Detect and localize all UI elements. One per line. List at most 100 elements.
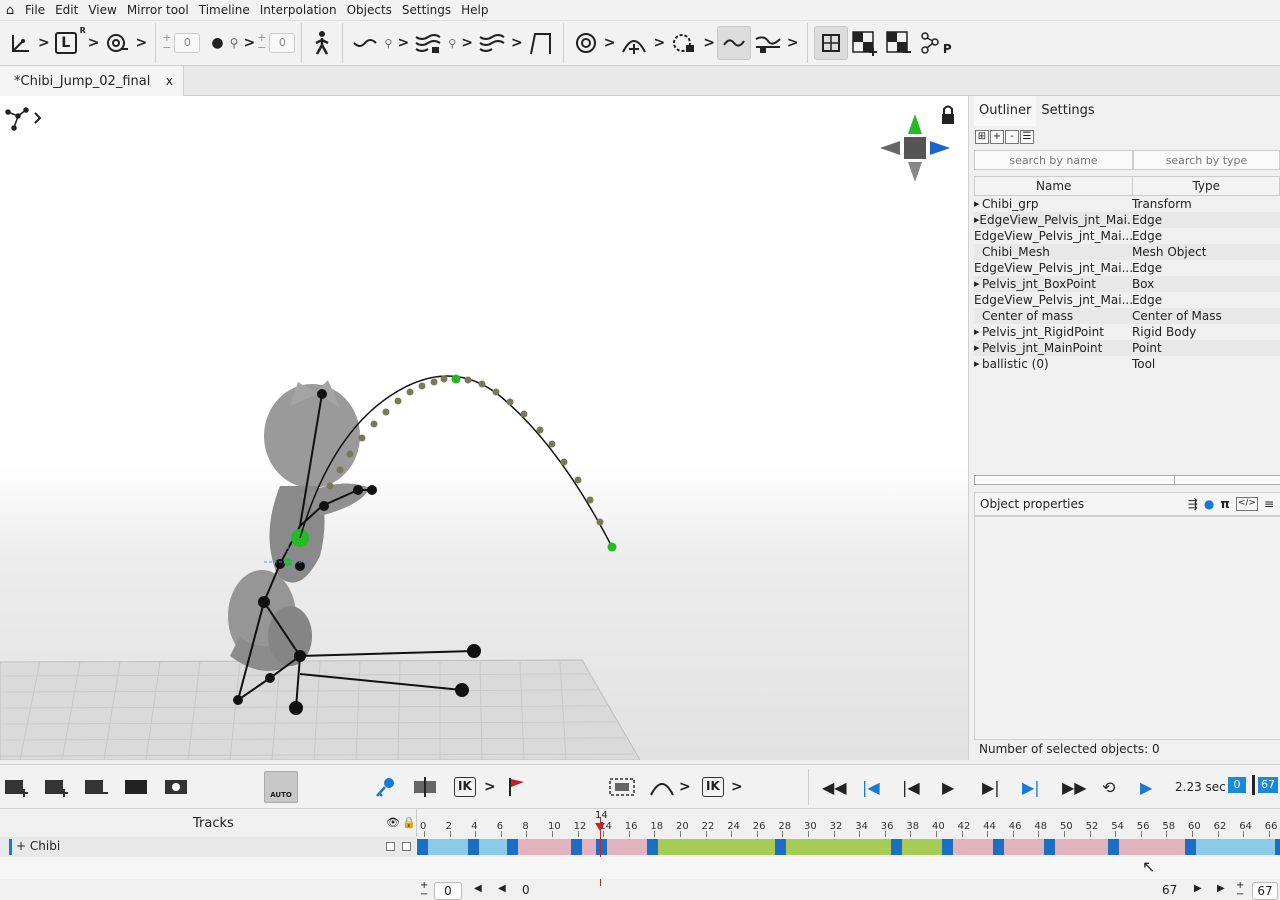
track-segment[interactable] <box>512 839 577 855</box>
skeleton-select-icon[interactable] <box>5 107 42 131</box>
checker-remove-icon[interactable] <box>882 26 916 60</box>
chevron-right-icon[interactable]: > <box>484 775 496 799</box>
track-segment[interactable] <box>999 839 1051 855</box>
dot-icon[interactable]: ● <box>208 26 226 60</box>
expand-arrow-icon[interactable]: ▶ <box>974 324 982 340</box>
column-name-header[interactable]: Name <box>975 177 1134 195</box>
chevron-right-icon[interactable]: > <box>703 35 715 51</box>
code-icon[interactable]: </> <box>1235 497 1258 511</box>
curve-tool-icon[interactable] <box>349 26 381 60</box>
minus-icon[interactable]: − <box>420 890 428 900</box>
keyframe[interactable] <box>1185 839 1196 855</box>
menu-view[interactable]: View <box>83 0 121 20</box>
outliner-row[interactable]: ▶ Pelvis_jnt_RigidPoint Rigid Body <box>974 324 1280 340</box>
smooth-curve-icon[interactable] <box>716 26 751 60</box>
curves-lock-icon[interactable] <box>411 26 445 60</box>
chevron-right-icon[interactable]: ▶ <box>1194 883 1202 894</box>
keyframe[interactable] <box>506 839 518 855</box>
lock-icon[interactable]: 🔒 <box>402 816 416 829</box>
list-view-icon[interactable]: ☰ <box>1020 130 1034 144</box>
play-key-icon[interactable]: ▶ <box>1140 775 1152 799</box>
scale-spinner[interactable]: + − 0 <box>257 32 296 53</box>
outliner-row[interactable]: ▶ Chibi_grp Transform <box>974 196 1280 212</box>
keyframe[interactable] <box>775 839 787 855</box>
outliner-row[interactable]: ▶ EdgeView_Pelvis_jnt_Mai... Edge <box>974 212 1280 228</box>
previous-frame-icon[interactable]: |◀ <box>902 775 920 799</box>
outliner-scrollbar[interactable] <box>974 475 1280 485</box>
track-lock-checkbox[interactable] <box>402 842 411 851</box>
expand-arrow-icon[interactable]: ▶ <box>974 356 982 372</box>
track-remove-icon[interactable] <box>84 775 110 799</box>
chevron-right-icon[interactable]: > <box>604 35 616 51</box>
auto-key-button[interactable]: AUTO <box>264 771 298 803</box>
track-row[interactable]: + Chibi <box>0 837 416 857</box>
go-to-start-key-icon[interactable]: |◀ <box>862 775 880 799</box>
menu-file[interactable]: File <box>20 0 50 20</box>
minus-icon[interactable]: − <box>162 42 171 53</box>
collapse-all-icon[interactable]: - <box>1005 130 1019 144</box>
document-tab[interactable]: *Chibi_Jump_02_final x <box>0 66 184 96</box>
visibility-icon[interactable]: 👁 <box>386 816 400 829</box>
track-segment[interactable] <box>781 839 897 855</box>
flag-icon[interactable] <box>506 775 528 799</box>
chevron-right-icon[interactable]: ▶ <box>1217 883 1225 894</box>
character-mesh[interactable] <box>228 380 370 671</box>
track-segment[interactable] <box>602 839 654 855</box>
track-segment[interactable] <box>1191 839 1280 855</box>
outliner-row[interactable]: EdgeView_Pelvis_jnt_Mai... Edge <box>974 292 1280 308</box>
chevron-right-icon[interactable]: > <box>243 35 255 51</box>
axis-tool-icon[interactable] <box>6 26 36 60</box>
set-key-icon[interactable] <box>374 775 398 799</box>
tab-outliner[interactable]: Outliner <box>974 96 1037 126</box>
sphere-icon[interactable]: ● <box>1204 497 1214 511</box>
rotation-value[interactable]: 0 <box>174 33 201 53</box>
track-segment[interactable] <box>423 839 475 855</box>
track-segment[interactable] <box>1114 839 1191 855</box>
keyframe[interactable] <box>647 839 659 855</box>
chevron-right-icon[interactable]: > <box>88 35 100 51</box>
rotate-tool-icon[interactable] <box>101 26 133 60</box>
chevron-right-icon[interactable]: > <box>653 35 665 51</box>
track-add-icon[interactable] <box>44 775 70 799</box>
keyframe-marker-icon[interactable] <box>412 775 438 799</box>
outliner-row[interactable]: Center of mass Center of Mass <box>974 308 1280 324</box>
outliner-row[interactable]: EdgeView_Pelvis_jnt_Mai... Edge <box>974 228 1280 244</box>
chevron-right-icon[interactable]: > <box>135 35 147 51</box>
chevron-right-icon[interactable]: > <box>397 35 409 51</box>
play-icon[interactable]: ▶ <box>942 775 954 799</box>
branch-icon[interactable] <box>751 26 785 60</box>
keyframe[interactable] <box>1108 839 1120 855</box>
keyframe[interactable] <box>1044 839 1056 855</box>
key-icon[interactable]: ⚲ <box>445 26 459 60</box>
keyframe[interactable] <box>468 839 480 855</box>
go-to-end-key-icon[interactable]: ▶| <box>1022 775 1040 799</box>
step-curve-icon[interactable] <box>525 26 557 60</box>
minus-icon[interactable]: − <box>1236 890 1244 900</box>
range-end-spin[interactable]: 67 <box>1252 882 1278 900</box>
walk-figure-icon[interactable] <box>308 26 336 60</box>
tab-settings[interactable]: Settings <box>1036 96 1099 126</box>
fast-forward-icon[interactable]: ▶▶ <box>1062 775 1087 799</box>
track-solid-icon[interactable] <box>124 775 148 799</box>
end-frame-box[interactable]: 67 <box>1258 777 1278 793</box>
outliner-row[interactable]: ▶ Pelvis_jnt_MainPoint Point <box>974 340 1280 356</box>
scrollbar-thumb[interactable] <box>975 476 1175 484</box>
outliner-row[interactable]: EdgeView_Pelvis_jnt_Mai... Edge <box>974 260 1280 276</box>
chevron-left-icon[interactable]: ◀ <box>474 883 482 894</box>
node-p-icon[interactable]: P <box>916 26 952 60</box>
chevron-right-icon[interactable]: > <box>461 35 473 51</box>
pi-icon[interactable]: π <box>1220 497 1230 511</box>
menu-interpolation[interactable]: Interpolation <box>255 0 342 20</box>
outliner-row[interactable]: ▶ ballistic (0) Tool <box>974 356 1280 372</box>
grid-view-icon[interactable] <box>813 26 848 60</box>
chevron-right-icon[interactable]: > <box>38 35 50 51</box>
search-by-name-input[interactable] <box>974 150 1133 170</box>
chevron-right-icon[interactable]: > <box>679 775 691 799</box>
target-lock-icon[interactable] <box>667 26 701 60</box>
outliner-row[interactable]: Chibi_Mesh Mesh Object <box>974 244 1280 260</box>
hierarchy-icon[interactable]: ⇶ <box>1188 497 1198 511</box>
chevron-left-icon[interactable]: ◀ <box>498 883 506 894</box>
rotation-spinner[interactable]: + − 0 <box>162 32 201 53</box>
frame-select-icon[interactable] <box>608 775 636 799</box>
expand-arrow-icon[interactable]: ▶ <box>974 276 982 292</box>
